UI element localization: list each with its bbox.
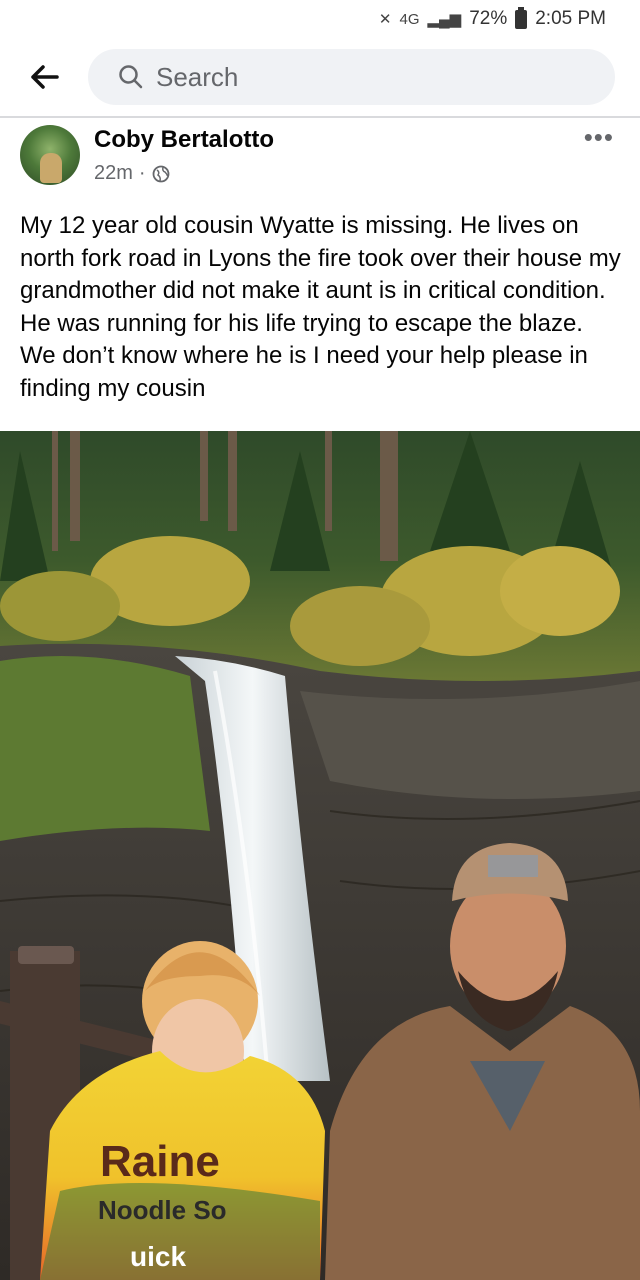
mute-icon: ✕	[378, 11, 392, 28]
meta-separator: ·	[138, 162, 146, 184]
status-bar: ✕ 4G ▂▄▆ 72% 2:05 PM	[0, 0, 640, 38]
more-options-button[interactable]: •••	[584, 122, 614, 153]
globe-icon	[152, 165, 169, 182]
post-meta: 22m ·	[94, 162, 170, 185]
photo-canvas: Raine Noodle So uick	[0, 431, 640, 1280]
search-input[interactable]	[156, 61, 536, 93]
search-bar[interactable]	[88, 49, 615, 105]
signal-icon: ▂▄▆	[427, 11, 462, 28]
post-photo[interactable]: Raine Noodle So uick	[0, 431, 640, 1280]
post-header: Coby Bertalotto 22m · •••	[0, 122, 640, 196]
search-icon	[118, 64, 144, 90]
network-label: 4G	[399, 10, 420, 28]
post-body-text: My 12 year old cousin Wyatte is missing.…	[20, 212, 621, 402]
shirt-print-line3: uick	[130, 1241, 186, 1272]
back-button[interactable]	[22, 54, 68, 100]
clock: 2:05 PM	[535, 8, 606, 29]
battery-percent: 72%	[469, 8, 508, 29]
top-header	[0, 38, 640, 118]
battery-icon	[515, 6, 528, 29]
arrow-left-icon	[31, 65, 59, 89]
post-author[interactable]: Coby Bertalotto	[94, 126, 274, 154]
post-time[interactable]: 22m	[94, 162, 133, 185]
shirt-print-line2: Noodle So	[98, 1195, 227, 1225]
avatar[interactable]	[20, 125, 80, 185]
shirt-print-line1: Raine	[100, 1137, 220, 1186]
